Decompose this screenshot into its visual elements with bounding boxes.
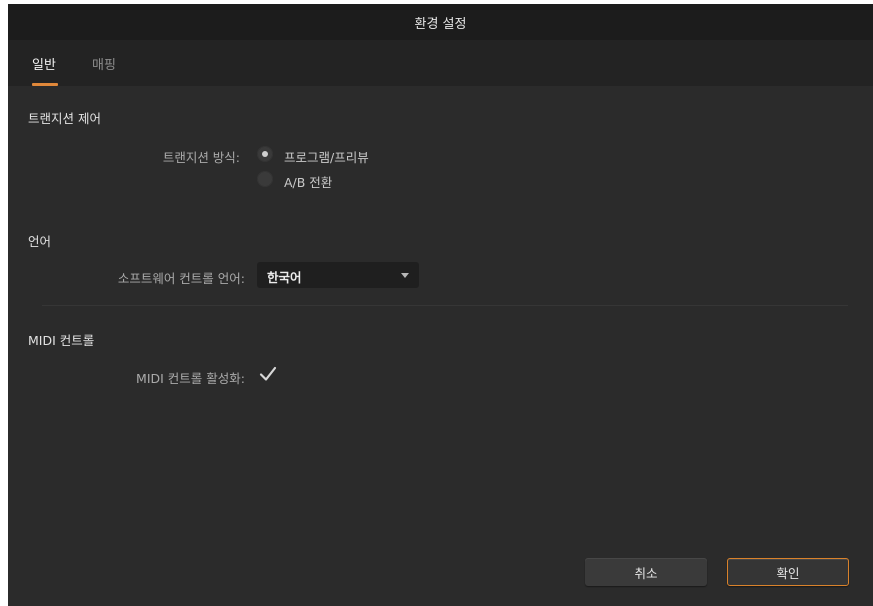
title-bar: 환경 설정 xyxy=(8,4,873,40)
midi-enable-checkbox[interactable] xyxy=(258,364,278,384)
transition-mode-label: 트랜지션 방식: xyxy=(162,150,240,165)
tab-bar: 일반 매핑 xyxy=(8,40,873,86)
radio-program-preview-label[interactable]: 프로그램/프리뷰 xyxy=(284,147,369,166)
window-title: 환경 설정 xyxy=(414,16,467,32)
section-title-midi: MIDI 컨트롤 xyxy=(28,333,95,348)
language-select-value: 한국어 xyxy=(267,270,302,285)
preferences-window: 환경 설정 일반 매핑 트랜지션 제어 트랜지션 방식: 프로그램/프리뷰 A/… xyxy=(8,4,873,606)
tab-mapping[interactable]: 매핑 xyxy=(92,40,116,86)
radio-ab-switch[interactable] xyxy=(257,171,273,187)
section-divider xyxy=(42,305,848,306)
radio-selected-dot xyxy=(262,151,268,157)
checkmark-icon xyxy=(259,366,277,381)
chevron-down-icon xyxy=(401,273,409,278)
tab-mapping-label: 매핑 xyxy=(92,57,116,73)
section-title-language: 언어 xyxy=(28,234,52,249)
language-select[interactable]: 한국어 xyxy=(257,262,419,288)
cancel-button[interactable]: 취소 xyxy=(585,558,707,586)
tab-general[interactable]: 일반 xyxy=(32,40,56,86)
cancel-button-label: 취소 xyxy=(634,565,658,581)
radio-program-preview[interactable] xyxy=(257,146,273,162)
software-control-language-label: 소프트웨어 컨트롤 언어: xyxy=(117,271,245,286)
section-title-transition: 트랜지션 제어 xyxy=(28,111,101,126)
radio-ab-switch-label[interactable]: A/B 전환 xyxy=(284,172,332,191)
active-tab-indicator xyxy=(32,83,58,86)
ok-button-label: 확인 xyxy=(776,565,800,581)
midi-enable-label: MIDI 컨트롤 활성화: xyxy=(136,371,245,386)
tab-general-label: 일반 xyxy=(32,57,56,73)
ok-button[interactable]: 확인 xyxy=(727,558,849,586)
